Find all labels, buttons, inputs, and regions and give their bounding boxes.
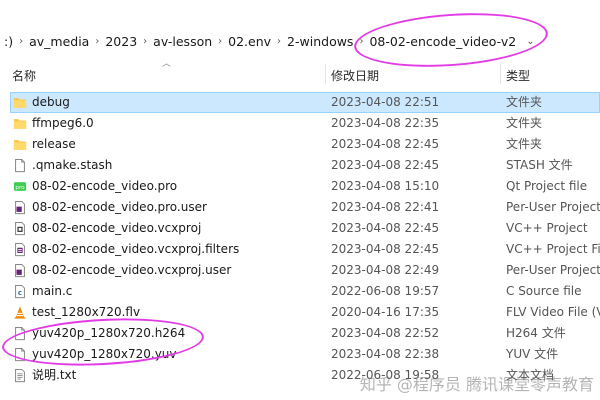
- column-divider[interactable]: [325, 64, 326, 84]
- chevron-down-icon[interactable]: ⌄: [520, 36, 534, 47]
- chevron-right-icon[interactable]: ›: [216, 36, 224, 47]
- file-date: 2023-04-08 22:49: [331, 263, 440, 277]
- file-type: Per-User Project: [506, 263, 600, 277]
- file-name: debug: [32, 95, 70, 109]
- file-row[interactable]: 08-02-encode_video.vcxproj.user 2023-04-0…: [0, 260, 600, 281]
- file-type: Qt Project file: [506, 179, 588, 193]
- file-date: 2023-04-08 22:45: [331, 137, 440, 151]
- breadcrumb-item[interactable]: 02.env: [224, 34, 275, 49]
- file-row[interactable]: release 2023-04-08 22:45 文件夹: [0, 134, 600, 155]
- vlc-icon: [13, 305, 27, 320]
- file-name: yuv420p_1280x720.yuv: [32, 347, 177, 361]
- watermark: 知乎 @程序员 腾讯课堂零声教育: [359, 375, 594, 394]
- chevron-right-icon[interactable]: ›: [141, 36, 149, 47]
- column-header-date[interactable]: 修改日期: [331, 67, 379, 84]
- chevron-right-icon[interactable]: ›: [93, 36, 101, 47]
- file-row[interactable]: yuv420p_1280x720.yuv 2023-04-08 22:38 YUV …: [0, 344, 600, 365]
- file-date: 2023-04-08 22:35: [331, 116, 440, 130]
- file-name: 08-02-encode_video.pro: [32, 179, 178, 193]
- column-header: 名称 修改日期 类型: [0, 62, 600, 86]
- breadcrumb-item[interactable]: av-lesson: [149, 34, 216, 49]
- file-date: 2023-04-08 22:41: [331, 200, 440, 214]
- c-source-icon: c: [13, 284, 27, 299]
- file-date: 2023-04-08 22:52: [331, 326, 440, 340]
- file-icon: [13, 326, 27, 341]
- vcxproj-icon: [13, 221, 27, 236]
- column-header-type[interactable]: 类型: [506, 67, 530, 84]
- svg-text:pro: pro: [15, 185, 25, 191]
- file-type: STASH 文件: [506, 158, 573, 172]
- breadcrumb-item[interactable]: 2023: [101, 34, 141, 49]
- file-row[interactable]: pro 08-02-encode_video.pro 2023-04-08 15:1…: [0, 176, 600, 197]
- file-date: 2020-04-16 17:35: [331, 305, 440, 319]
- file-row[interactable]: 08-02-encode_video.vcxproj.filters 2023-0…: [0, 239, 600, 260]
- breadcrumb-item[interactable]: 2-windows: [283, 34, 357, 49]
- file-row[interactable]: .qmake.stash 2023-04-08 22:45 STASH 文件: [0, 155, 600, 176]
- file-type: VC++ Project: [506, 221, 588, 235]
- file-type: C Source file: [506, 284, 582, 298]
- file-name: 08-02-encode_video.vcxproj.user: [32, 263, 232, 277]
- file-date: 2023-04-08 22:45: [331, 158, 440, 172]
- user-project-icon: [13, 263, 27, 278]
- user-project-icon: [13, 200, 27, 215]
- file-name: yuv420p_1280x720.h264: [32, 326, 186, 340]
- file-type: 文件夹: [506, 116, 543, 130]
- file-row[interactable]: 08-02-encode_video.pro.user 2023-04-08 22…: [0, 197, 600, 218]
- file-type: 文件夹: [506, 95, 543, 109]
- file-row[interactable]: 08-02-encode_video.vcxproj 2023-04-08 22:…: [0, 218, 600, 239]
- svg-text:c: c: [18, 289, 22, 297]
- breadcrumb-item[interactable]: av_media: [25, 34, 93, 49]
- column-divider[interactable]: [500, 64, 501, 84]
- file-icon: [13, 158, 27, 173]
- file-name: main.c: [32, 284, 73, 298]
- file-name: 说明.txt: [32, 368, 77, 382]
- file-row[interactable]: yuv420p_1280x720.h264 2023-04-08 22:52 H26…: [0, 323, 600, 344]
- file-name: .qmake.stash: [32, 158, 113, 172]
- file-name: 08-02-encode_video.vcxproj.filters: [32, 242, 240, 256]
- file-row[interactable]: debug 2023-04-08 22:51 文件夹: [0, 92, 600, 113]
- file-type: Per-User Project: [506, 200, 600, 214]
- file-date: 2023-04-08 15:10: [331, 179, 440, 193]
- file-date: 2023-04-08 22:45: [331, 221, 440, 235]
- file-row[interactable]: ffmpeg6.0 2023-04-08 22:35 文件夹: [0, 113, 600, 134]
- chevron-right-icon[interactable]: ›: [17, 36, 25, 47]
- file-row[interactable]: test_1280x720.flv 2020-04-16 17:35 FLV Vid…: [0, 302, 600, 323]
- file-type: 文件夹: [506, 137, 543, 151]
- file-name: ffmpeg6.0: [32, 116, 94, 130]
- file-type: YUV 文件: [506, 347, 559, 361]
- file-icon: [13, 347, 27, 362]
- folder-icon: [13, 116, 27, 131]
- chevron-right-icon[interactable]: ›: [357, 36, 365, 47]
- file-name: 08-02-encode_video.vcxproj: [32, 221, 202, 235]
- file-date: 2023-04-08 22:51: [331, 95, 440, 109]
- file-name: release: [32, 137, 76, 151]
- file-date: 2023-04-08 22:45: [331, 242, 440, 256]
- breadcrumb-item[interactable]: :): [0, 34, 17, 49]
- file-date: 2023-04-08 22:38: [331, 347, 440, 361]
- file-name: 08-02-encode_video.pro.user: [32, 200, 207, 214]
- vcxproj-filters-icon: [13, 242, 27, 257]
- file-name: test_1280x720.flv: [32, 305, 141, 319]
- address-bar[interactable]: :) › av_media › 2023 › av-lesson › 02.env › 2-wind…: [0, 0, 600, 73]
- qt-pro-icon: pro: [13, 179, 27, 194]
- file-type: H264 文件: [506, 326, 566, 340]
- file-date: 2022-06-08 19:57: [331, 284, 440, 298]
- column-header-name[interactable]: 名称: [12, 67, 36, 84]
- file-type: VC++ Project Filt: [506, 242, 600, 256]
- file-row[interactable]: c main.c 2022-06-08 19:57 C Source file: [0, 281, 600, 302]
- breadcrumb-item[interactable]: 08-02-encode_video-v2: [365, 34, 520, 49]
- text-file-icon: [13, 368, 27, 383]
- folder-icon: [13, 137, 27, 152]
- folder-icon: [13, 95, 27, 110]
- file-type: FLV Video File (V: [506, 305, 600, 319]
- breadcrumb: :) › av_media › 2023 › av-lesson › 02.env › 2-wind…: [0, 31, 535, 51]
- file-list: debug 2023-04-08 22:51 文件夹 ffmpeg6.0 2023-04…: [0, 92, 600, 386]
- chevron-right-icon[interactable]: ›: [275, 36, 283, 47]
